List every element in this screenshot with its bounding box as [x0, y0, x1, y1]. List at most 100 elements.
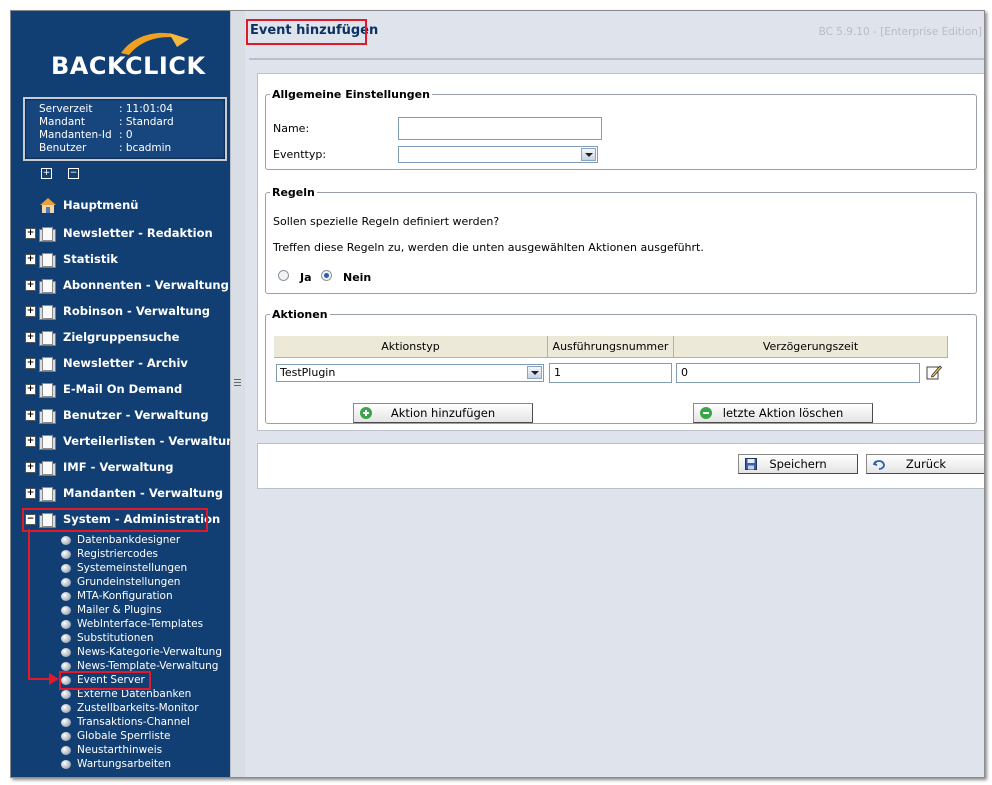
panel-splitter[interactable] [230, 11, 246, 777]
action-number-input[interactable]: 1 [549, 363, 672, 383]
rules-fieldset: Regeln Sollen spezielle Regeln definiert… [265, 186, 977, 294]
submenu-item-registriercodes[interactable]: Registriercodes [61, 547, 158, 561]
bullet-icon [61, 647, 71, 657]
submenu-item-mailer-plugins[interactable]: Mailer & Plugins [61, 603, 162, 617]
menu-label: Robinson - Verwaltung [63, 304, 211, 318]
expand-icon[interactable]: + [25, 279, 36, 291]
delete-last-action-button[interactable]: letzte Aktion löschen [693, 403, 873, 423]
submenu-item-datenbankdesigner[interactable]: Datenbankdesigner [61, 533, 180, 547]
folder-icon [39, 460, 56, 476]
menu-item-robinson-verwaltung[interactable]: + Robinson - Verwaltung [25, 301, 210, 321]
home-icon [40, 198, 56, 213]
bullet-icon [61, 745, 71, 755]
bullet-icon [61, 549, 71, 559]
submenu-item-neustarthinweis[interactable]: Neustarthinweis [61, 743, 162, 757]
action-type-select[interactable]: TestPlugin [276, 364, 544, 382]
info-row-serverzeit: Serverzeit: 11:01:04 [39, 103, 174, 115]
bullet-icon [61, 563, 71, 573]
submenu-item-systemeinstellungen[interactable]: Systemeinstellungen [61, 561, 187, 575]
expand-icon[interactable]: + [25, 435, 36, 447]
action-type-value: TestPlugin [280, 366, 336, 379]
rules-yes-label[interactable]: Ja [300, 271, 312, 284]
submenu-item-webinterface-templates[interactable]: WebInterface-Templates [61, 617, 203, 631]
version-label: BC 5.9.10 - [Enterprise Edition] [818, 26, 982, 38]
column-header-verzoegerungszeit: Verzögerungszeit [674, 336, 948, 358]
submenu-item-mta-konfiguration[interactable]: MTA-Konfiguration [61, 589, 173, 603]
event-form-card: Allgemeine Einstellungen Name: Eventtyp:… [257, 73, 984, 431]
expand-icon[interactable]: + [25, 487, 36, 499]
menu-item-hauptmenu[interactable]: Hauptmenü [39, 195, 138, 215]
expand-icon[interactable]: + [25, 461, 36, 473]
submenu-item-wartungsarbeiten[interactable]: Wartungsarbeiten [61, 757, 171, 771]
bullet-icon [61, 591, 71, 601]
menu-label: Benutzer - Verwaltung [63, 408, 209, 422]
submenu-item-globale-sperrliste[interactable]: Globale Sperrliste [61, 729, 170, 743]
dropdown-arrow-icon[interactable] [527, 366, 542, 379]
submenu-item-substitutionen[interactable]: Substitutionen [61, 631, 154, 645]
menu-label: E-Mail On Demand [63, 382, 183, 396]
logo-text: BACKCLICK [51, 52, 206, 80]
menu-item-newsletter-archiv[interactable]: + Newsletter - Archiv [25, 353, 188, 373]
menu-item-statistik[interactable]: + Statistik [25, 249, 118, 269]
rules-info: Treffen diese Regeln zu, werden die unte… [273, 241, 704, 254]
menu-label: Newsletter - Redaktion [63, 226, 213, 240]
rules-no-label[interactable]: Nein [343, 271, 371, 284]
folder-icon [39, 252, 56, 268]
rules-no-radio[interactable] [321, 270, 332, 281]
name-input[interactable] [398, 117, 602, 140]
save-button[interactable]: Speichern [738, 454, 858, 474]
menu-item-newsletter-redaktion[interactable]: + Newsletter - Redaktion [25, 223, 213, 243]
info-row-mandant: Mandant: Standard [39, 116, 174, 128]
menu-label: Zielgruppensuche [63, 330, 180, 344]
rules-yes-radio[interactable] [278, 270, 289, 281]
expand-icon[interactable]: + [25, 305, 36, 317]
expand-all-button[interactable]: + [41, 168, 52, 179]
expand-icon[interactable]: + [25, 383, 36, 395]
menu-item-mandanten-verwaltung[interactable]: + Mandanten - Verwaltung [25, 483, 223, 503]
menu-item-abonnenten-verwaltung[interactable]: + Abonnenten - Verwaltung [25, 275, 229, 295]
menu-item-email-on-demand[interactable]: + E-Mail On Demand [25, 379, 182, 399]
collapse-all-button[interactable]: − [68, 168, 79, 179]
menu-label: Verteilerlisten - Verwaltung [63, 434, 243, 448]
eventtype-select[interactable] [398, 146, 598, 163]
submenu-item-zustellbarkeits-monitor[interactable]: Zustellbarkeits-Monitor [61, 701, 199, 715]
menu-item-benutzer-verwaltung[interactable]: + Benutzer - Verwaltung [25, 405, 209, 425]
submenu-item-news-kategorie-verwaltung[interactable]: News-Kategorie-Verwaltung [61, 645, 222, 659]
menu-item-imf-verwaltung[interactable]: + IMF - Verwaltung [25, 457, 174, 477]
add-action-button[interactable]: Aktion hinzufügen [353, 403, 533, 423]
sidebar: BACKCLICK Serverzeit: 11:01:04 Mandant: … [11, 11, 243, 777]
delete-last-action-label: letzte Aktion löschen [722, 406, 844, 420]
save-label: Speichern [769, 457, 827, 471]
menu-item-zielgruppensuche[interactable]: + Zielgruppensuche [25, 327, 179, 347]
expand-icon[interactable]: + [25, 227, 36, 239]
server-info-box: Serverzeit: 11:01:04 Mandant: Standard M… [23, 97, 227, 161]
column-header-aktionstyp: Aktionstyp [274, 336, 548, 358]
back-button[interactable]: Zurück [866, 454, 984, 474]
expand-icon[interactable]: + [25, 331, 36, 343]
actions-fieldset: Aktionen Aktionstyp Ausführungsnummer Ve… [265, 308, 977, 424]
highlight-page-title [246, 19, 367, 45]
action-delay-input[interactable]: 0 [676, 363, 920, 383]
highlight-event-server [59, 671, 151, 690]
folder-icon [39, 356, 56, 372]
dropdown-arrow-icon[interactable] [581, 148, 596, 161]
folder-icon [39, 434, 56, 450]
expand-icon[interactable]: + [25, 357, 36, 369]
menu-label: Abonnenten - Verwaltung [63, 278, 229, 292]
folder-icon [39, 304, 56, 320]
bullet-icon [61, 703, 71, 713]
footer-card: Speichern Zurück [257, 443, 984, 489]
add-action-label: Aktion hinzufügen [390, 406, 496, 420]
folder-icon [39, 226, 56, 242]
rules-legend: Regeln [272, 186, 315, 199]
menu-item-verteilerlisten-verwaltung[interactable]: + Verteilerlisten - Verwaltung [25, 431, 243, 451]
expand-icon[interactable]: + [25, 253, 36, 265]
edit-icon[interactable] [926, 364, 942, 380]
submenu-item-transaktions-channel[interactable]: Transaktions-Channel [61, 715, 190, 729]
menu-label: Statistik [63, 252, 118, 266]
splitter-grip-icon[interactable] [234, 378, 241, 387]
folder-icon [39, 408, 56, 424]
expand-icon[interactable]: + [25, 409, 36, 421]
folder-icon [39, 278, 56, 294]
submenu-item-grundeinstellungen[interactable]: Grundeinstellungen [61, 575, 180, 589]
